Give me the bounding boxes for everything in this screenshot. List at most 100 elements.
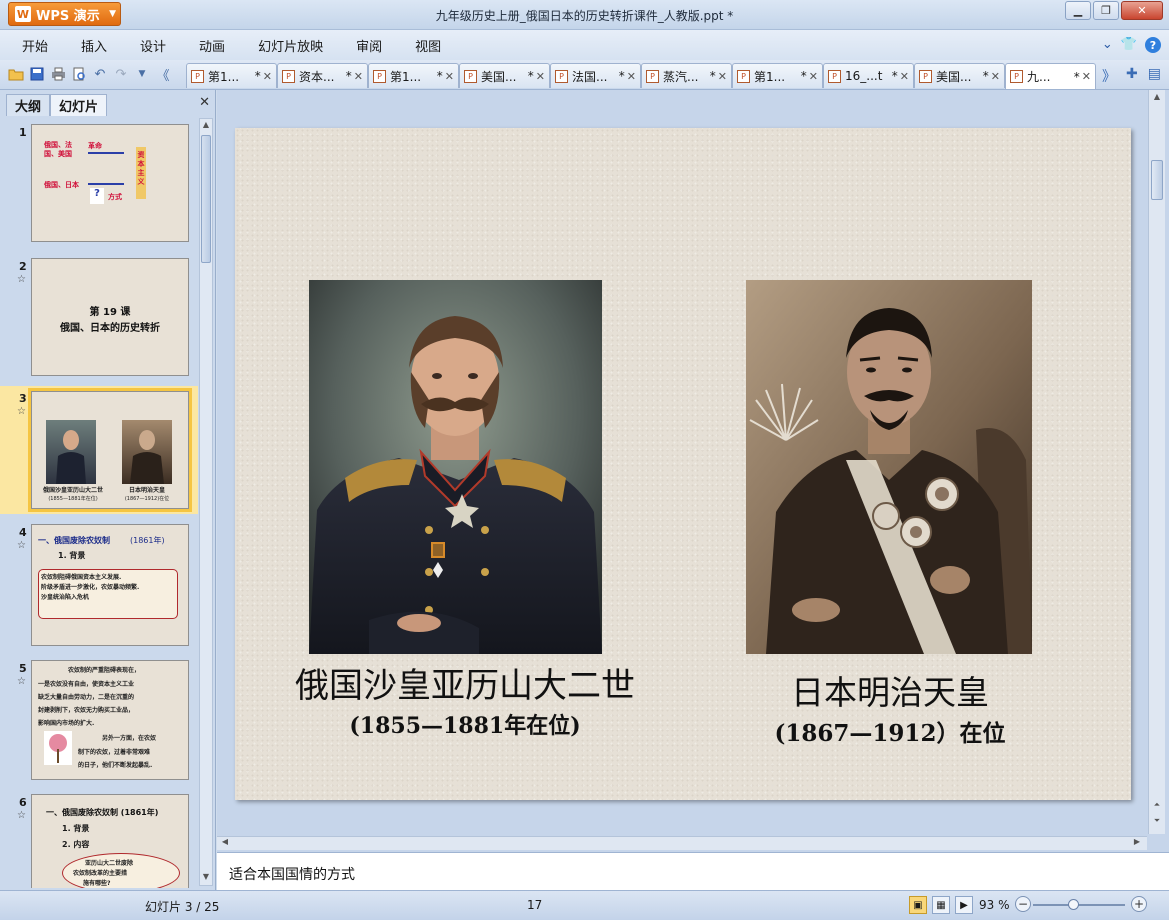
thumb-text: 阶级矛盾进一步激化，农奴暴动频繁.: [41, 584, 140, 591]
tab-outline[interactable]: 大纲: [6, 94, 51, 116]
doc-tab[interactable]: P 第1... * ✕: [732, 63, 823, 88]
menu-insert[interactable]: 插入: [69, 36, 119, 55]
close-tab-icon[interactable]: ✕: [354, 70, 363, 83]
scroll-down-icon[interactable]: ▼: [200, 872, 212, 884]
tab-scroll-right-icon[interactable]: 》: [1102, 66, 1116, 86]
previous-slide-icon[interactable]: ⏶: [1151, 800, 1163, 812]
slideshow-view-icon[interactable]: ▶: [955, 896, 973, 914]
doc-tab-modified-mark: *: [982, 69, 989, 83]
portrait-emperor-meiji[interactable]: [746, 280, 1032, 654]
ribbon-collapse-icon[interactable]: ⌄: [1102, 37, 1113, 53]
slide-thumbnail-1[interactable]: 1 俄国、法国、美国 革命 俄国、日本 ? 方式 资本主义: [0, 120, 198, 245]
doc-tab[interactable]: P 美国... * ✕: [459, 63, 550, 88]
doc-tab[interactable]: P 资本... * ✕: [277, 63, 368, 88]
close-window-button[interactable]: ✕: [1121, 1, 1163, 20]
menu-home[interactable]: 开始: [10, 36, 60, 55]
help-icon[interactable]: ?: [1145, 37, 1161, 53]
zoom-slider-handle[interactable]: [1068, 899, 1080, 910]
zoom-in-button[interactable]: +: [1131, 896, 1147, 912]
thumb-cloud-callout: 亚历山大二世废除 农奴制改革的主要措 施有哪些?: [62, 853, 180, 888]
close-tab-icon[interactable]: ✕: [536, 70, 545, 83]
close-tab-icon[interactable]: ✕: [445, 70, 454, 83]
thumb-arrow: [88, 152, 124, 154]
tab-slides[interactable]: 幻灯片: [50, 94, 108, 116]
menu-design[interactable]: 设计: [128, 36, 178, 55]
doc-tab-label: 九...: [1027, 70, 1051, 84]
close-tab-icon[interactable]: ✕: [900, 70, 909, 83]
doc-tab-label: 法国...: [572, 69, 608, 84]
slide-horizontal-scrollbar[interactable]: ◀ ▶: [217, 836, 1147, 850]
title-bar: W WPS 演示 ▼ 九年级历史上册_俄国日本的历史转折课件_人教版.ppt *…: [0, 0, 1169, 30]
doc-tab[interactable]: P 第1... * ✕: [368, 63, 459, 88]
menu-slideshow[interactable]: 幻灯片放映: [246, 36, 335, 55]
next-slide-icon[interactable]: ⏷: [1151, 816, 1163, 828]
doc-tab[interactable]: P 蒸汽... * ✕: [641, 63, 732, 88]
tab-scroll-left-icon[interactable]: 《: [155, 66, 171, 84]
close-tab-icon[interactable]: ✕: [809, 70, 818, 83]
scroll-left-icon[interactable]: ◀: [219, 837, 231, 849]
slide-thumbnail-preview: 一、俄国废除农奴制 (1861年) 1. 背景 2. 内容 亚历山大二世废除 农…: [31, 794, 189, 888]
portrait-alexander-ii[interactable]: [309, 280, 602, 654]
undo-icon[interactable]: ↶: [92, 66, 108, 82]
slide-number: 3: [19, 392, 27, 405]
menu-review[interactable]: 审阅: [344, 36, 394, 55]
print-icon[interactable]: [50, 66, 66, 82]
notes-text[interactable]: 适合本国国情的方式: [229, 864, 355, 884]
thumbnails-scrollbar[interactable]: ▲ ▼: [199, 118, 213, 886]
close-tab-icon[interactable]: ✕: [263, 70, 272, 83]
slide-thumbnail-4[interactable]: 4 ☆ 一、俄国废除农奴制 (1861年) 1. 背景 农奴制阻碍俄国资本主义发…: [0, 520, 198, 650]
slide-thumbnail-6[interactable]: 6 ☆ 一、俄国废除农奴制 (1861年) 1. 背景 2. 内容 亚历山大二世…: [0, 790, 198, 888]
save-icon[interactable]: [29, 66, 45, 82]
close-tab-icon[interactable]: ✕: [1082, 70, 1091, 83]
folder-open-icon[interactable]: [8, 66, 24, 82]
redo-icon[interactable]: ↷: [113, 66, 129, 82]
close-panel-icon[interactable]: ✕: [199, 95, 210, 110]
slide-thumbnail-2[interactable]: 2 ☆ 第 19 课 俄国、日本的历史转折: [0, 254, 198, 379]
doc-tab-active[interactable]: P 九... * ✕: [1005, 63, 1096, 89]
doc-tab[interactable]: P 第1... * ✕: [186, 63, 277, 88]
zoom-out-button[interactable]: −: [1015, 896, 1031, 912]
animation-star-icon: ☆: [17, 406, 26, 417]
scroll-thumb[interactable]: [1151, 160, 1163, 200]
toolbar-dropdown-icon[interactable]: ▼: [134, 66, 150, 82]
minimize-button[interactable]: ▁: [1065, 1, 1091, 20]
print-preview-icon[interactable]: [71, 66, 87, 82]
tab-list-icon[interactable]: ▤: [1148, 66, 1161, 86]
thumb-vertical-label: 资本主义: [136, 147, 146, 199]
doc-tab[interactable]: P 16_...t * ✕: [823, 63, 914, 88]
current-slide[interactable]: 俄国沙皇亚历山大二世 (1855—1881年在位) 日本明治天皇 (1867—1…: [235, 128, 1131, 800]
skin-shirt-icon[interactable]: 👕: [1121, 37, 1137, 53]
ppt-file-icon: P: [191, 69, 204, 83]
thumb-text: 2. 内容: [62, 840, 90, 849]
doc-tab-modified-mark: *: [709, 69, 716, 83]
scroll-thumb[interactable]: [201, 135, 211, 263]
normal-view-icon[interactable]: ▣: [909, 896, 927, 914]
thumb-text: (1861年): [130, 536, 165, 545]
ppt-file-icon: P: [555, 69, 568, 83]
notes-pane[interactable]: 适合本国国情的方式: [217, 852, 1169, 890]
doc-tab[interactable]: P 法国... * ✕: [550, 63, 641, 88]
close-tab-icon[interactable]: ✕: [718, 70, 727, 83]
slide-thumbnail-3-selected[interactable]: 3 ☆ 俄国沙皇亚历山大二世 (1855—1881年在位) 日本明治天皇 (18…: [0, 386, 198, 514]
close-tab-icon[interactable]: ✕: [991, 70, 1000, 83]
menu-view[interactable]: 视图: [403, 36, 453, 55]
caption-alexander-ii-years[interactable]: (1855—1881年在位): [275, 708, 655, 740]
document-tab-bar: ↶ ↷ ▼ 《 P 第1... * ✕ P 资本... * ✕ P 第1... * ✕ P美…: [0, 60, 1169, 90]
scroll-right-icon[interactable]: ▶: [1131, 837, 1143, 849]
doc-tab[interactable]: P 美国... * ✕: [914, 63, 1005, 88]
menu-animation[interactable]: 动画: [187, 36, 237, 55]
thumb-text: 的日子，他们不断发起暴乱.: [78, 762, 153, 769]
slide-vertical-scrollbar[interactable]: ▲ ⏶ ⏷: [1148, 90, 1165, 834]
close-tab-icon[interactable]: ✕: [627, 70, 636, 83]
new-tab-icon[interactable]: ✚: [1126, 66, 1138, 86]
caption-emperor-meiji-years[interactable]: (1867—1912）在位: [705, 714, 1075, 748]
slide-thumbnail-5[interactable]: 5 ☆ 农奴制的严重阻碍表现在， 一是农奴没有自由，使资本主义工业 缺乏大量自由…: [0, 656, 198, 784]
slide-sorter-view-icon[interactable]: ▦: [932, 896, 950, 914]
caption-alexander-ii[interactable]: 俄国沙皇亚历山大二世: [265, 658, 665, 707]
scroll-up-icon[interactable]: ▲: [1151, 92, 1163, 104]
doc-tab-modified-mark: *: [800, 69, 807, 83]
restore-button[interactable]: ❐: [1093, 1, 1119, 20]
thumb-tree-image: [44, 731, 72, 765]
caption-emperor-meiji[interactable]: 日本明治天皇: [705, 666, 1075, 714]
scroll-up-icon[interactable]: ▲: [200, 120, 212, 132]
